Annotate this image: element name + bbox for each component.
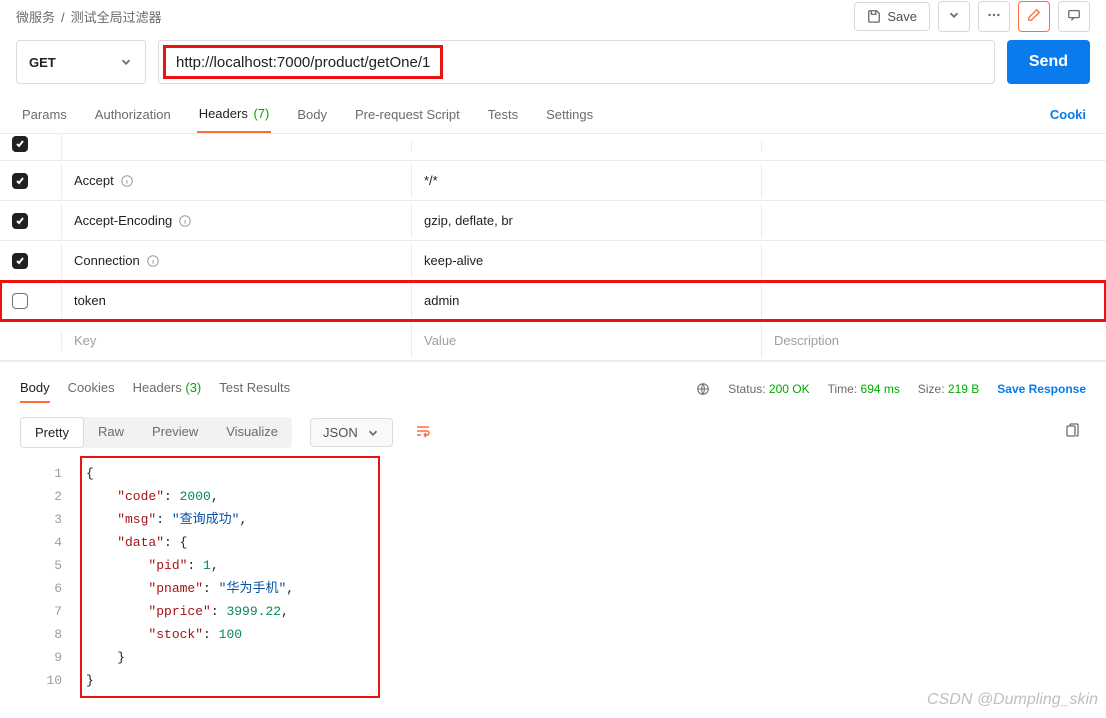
- checkbox[interactable]: [12, 136, 28, 152]
- checkbox[interactable]: [12, 293, 28, 309]
- tab-authorization[interactable]: Authorization: [93, 97, 173, 132]
- save-dropdown-button[interactable]: [938, 1, 970, 32]
- view-raw[interactable]: Raw: [84, 417, 138, 448]
- copy-button[interactable]: [1058, 417, 1086, 448]
- checkbox[interactable]: [12, 173, 28, 189]
- table-row-token: token admin: [0, 281, 1106, 321]
- url-input[interactable]: http://localhost:7000/product/getOne/1: [158, 40, 995, 84]
- view-preview[interactable]: Preview: [138, 417, 212, 448]
- save-button[interactable]: Save: [854, 2, 930, 31]
- globe-icon[interactable]: [696, 382, 710, 396]
- time-label: Time: 694 ms: [828, 382, 900, 396]
- chevron-down-icon: [947, 8, 961, 22]
- wrap-icon: [415, 423, 431, 439]
- pencil-icon: [1027, 8, 1041, 22]
- headers-table: Accept */* Accept-Encoding gzip, deflate…: [0, 134, 1106, 361]
- save-icon: [867, 9, 881, 23]
- resp-tab-headers[interactable]: Headers (3): [133, 374, 202, 403]
- checkbox[interactable]: [12, 213, 28, 229]
- line-gutter: 12345678910: [20, 456, 80, 698]
- dots-icon: [987, 8, 1001, 22]
- breadcrumb: 微服务/测试全局过滤器: [16, 7, 162, 26]
- checkbox[interactable]: [12, 253, 28, 269]
- format-select[interactable]: JSON: [310, 418, 393, 447]
- copy-icon: [1064, 423, 1080, 439]
- tab-params[interactable]: Params: [20, 97, 69, 132]
- view-pretty[interactable]: Pretty: [20, 417, 84, 448]
- resp-tab-cookies[interactable]: Cookies: [68, 374, 115, 403]
- tab-headers[interactable]: Headers (7): [197, 96, 272, 133]
- tab-settings[interactable]: Settings: [544, 97, 595, 132]
- chevron-down-icon: [366, 426, 380, 440]
- chevron-down-icon: [119, 55, 133, 69]
- resp-tab-body[interactable]: Body: [20, 374, 50, 403]
- view-visualize[interactable]: Visualize: [212, 417, 292, 448]
- save-response-button[interactable]: Save Response: [997, 382, 1086, 396]
- cookies-link[interactable]: Cooki: [1050, 107, 1086, 122]
- send-button[interactable]: Send: [1007, 40, 1090, 84]
- wrap-button[interactable]: [407, 417, 439, 448]
- response-body[interactable]: { "code": 2000, "msg": "查询成功", "data": {…: [80, 456, 1086, 698]
- tab-prerequest[interactable]: Pre-request Script: [353, 97, 462, 132]
- request-name: 测试全局过滤器: [71, 10, 162, 25]
- tab-body[interactable]: Body: [295, 97, 329, 132]
- info-icon: [120, 174, 134, 188]
- table-row-new[interactable]: Key Value Description: [0, 321, 1106, 361]
- comment-icon: [1067, 8, 1081, 22]
- edit-button[interactable]: [1018, 1, 1050, 32]
- table-row: [0, 134, 1106, 161]
- resp-tab-tests[interactable]: Test Results: [219, 374, 290, 403]
- method-select[interactable]: GET: [16, 40, 146, 84]
- workspace-name[interactable]: 微服务: [16, 10, 55, 25]
- info-icon: [146, 254, 160, 268]
- status-label: Status: 200 OK: [728, 382, 809, 396]
- more-actions-button[interactable]: [978, 1, 1010, 32]
- size-label: Size: 219 B: [918, 382, 979, 396]
- table-row: Connection keep-alive: [0, 241, 1106, 281]
- table-row: Accept */*: [0, 161, 1106, 201]
- tab-tests[interactable]: Tests: [486, 97, 520, 132]
- comment-button[interactable]: [1058, 1, 1090, 32]
- table-row: Accept-Encoding gzip, deflate, br: [0, 201, 1106, 241]
- info-icon: [178, 214, 192, 228]
